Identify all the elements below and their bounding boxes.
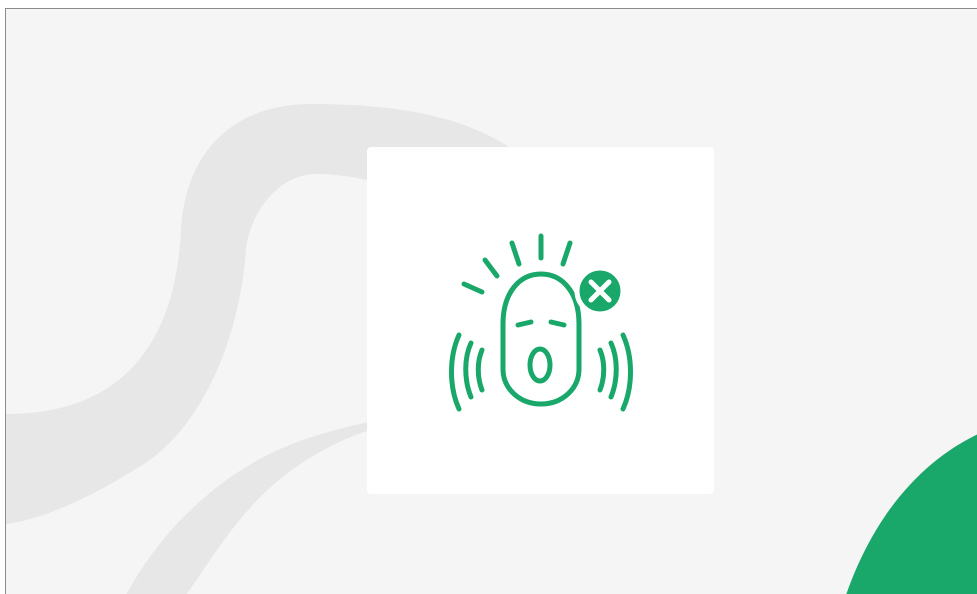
alarm-error-icon [449,233,633,412]
sound-waves-left [449,332,485,412]
open-mouth [527,346,553,384]
sound-waves-right [597,332,633,412]
closed-eyes [515,319,567,328]
page-viewport [5,8,977,594]
alarm-body [500,271,582,407]
screenshot-frame [0,0,977,594]
illustration-card [367,147,714,494]
